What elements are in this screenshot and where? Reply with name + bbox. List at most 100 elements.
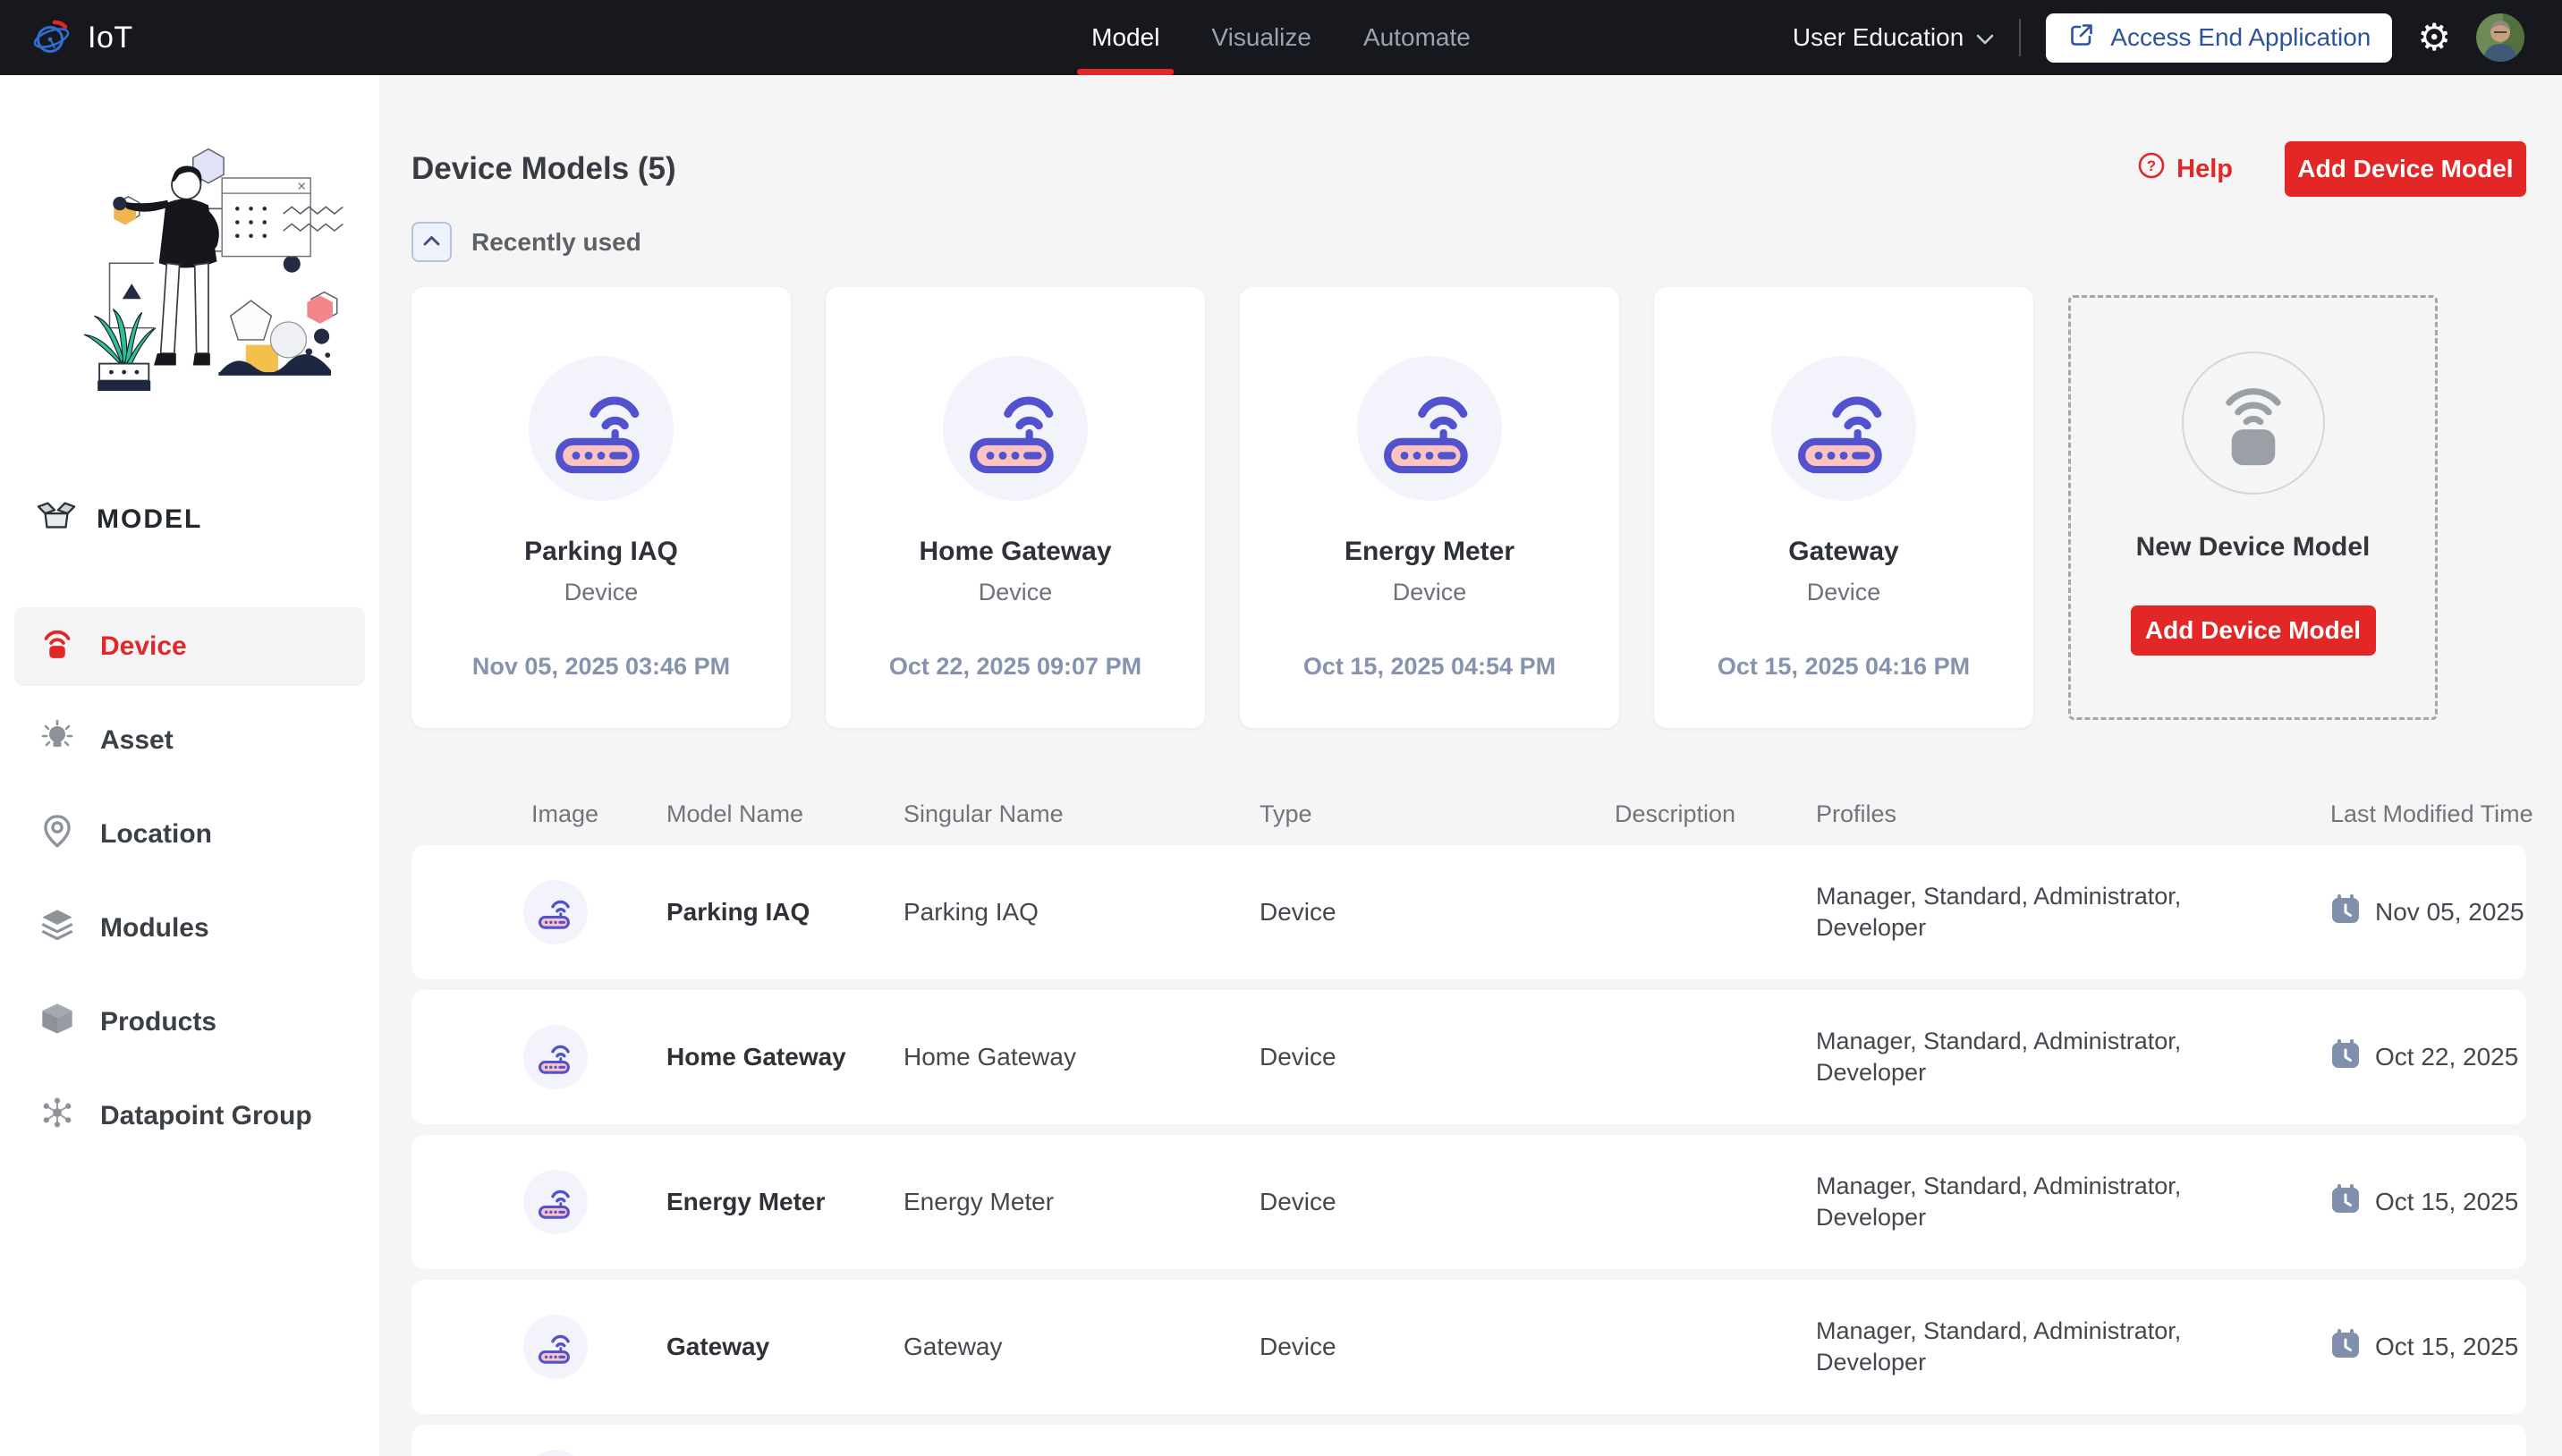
tab-model[interactable]: Model [1077, 0, 1174, 75]
recently-used-label: Recently used [471, 228, 641, 257]
table-row-home-gateway[interactable]: Home Gateway Home Gateway Device Manager… [411, 990, 2526, 1124]
sidebar-section-model: MODEL [0, 500, 379, 539]
sidebar-menu: Device Asset [0, 607, 379, 1155]
column-image: Image [411, 800, 666, 828]
router-icon [943, 356, 1088, 501]
new-device-model-card: New Device Model Add Device Model [2068, 295, 2438, 720]
sidebar-item-device[interactable]: Device [14, 607, 365, 686]
card-type: Device [1240, 579, 1619, 606]
svg-text:?: ? [2147, 157, 2156, 174]
sidebar-item-asset[interactable]: Asset [14, 701, 365, 780]
device-model-card-gateway[interactable]: Gateway Device Oct 15, 2025 04:16 PM [1654, 287, 2033, 728]
router-icon [529, 356, 674, 501]
cell-profiles: Manager, Standard, Administrator, Develo… [1816, 1026, 2330, 1088]
layers-icon [39, 907, 75, 950]
sidebar-item-datapoint-group-label: Datapoint Group [100, 1101, 312, 1131]
tab-visualize-label: Visualize [1211, 23, 1311, 52]
page-title: Device Models (5) [411, 151, 676, 187]
sidebar-item-modules[interactable]: Modules [14, 889, 365, 968]
sidebar: MODEL Device [0, 75, 379, 1456]
node-cluster-icon [39, 1095, 75, 1138]
sidebar-item-asset-label: Asset [100, 725, 174, 756]
table-row-gateway[interactable]: Gateway Gateway Device Manager, Standard… [411, 1280, 2526, 1414]
cell-type: Device [1260, 1188, 1615, 1216]
column-singular-name: Singular Name [903, 800, 1260, 828]
cell-model-name: Home Gateway [666, 1043, 903, 1071]
card-modified-time: Nov 05, 2025 03:46 PM [411, 653, 791, 681]
sidebar-item-device-label: Device [100, 631, 187, 662]
clock-badge-icon [2330, 1039, 2361, 1076]
router-icon [523, 1025, 588, 1089]
cell-last-modified: Oct 22, 2025 09:07 PM [2375, 1043, 2526, 1071]
card-modified-time: Oct 15, 2025 04:54 PM [1240, 653, 1619, 681]
column-type: Type [1260, 800, 1615, 828]
cell-model-name: Energy Meter [666, 1188, 903, 1216]
tab-visualize[interactable]: Visualize [1197, 0, 1326, 75]
table-row-partial[interactable] [411, 1425, 2526, 1456]
help-label: Help [2176, 155, 2233, 184]
device-model-card-home-gateway[interactable]: Home Gateway Device Oct 22, 2025 09:07 P… [826, 287, 1205, 728]
sidebar-item-products-label: Products [100, 1007, 216, 1037]
sidebar-illustration [28, 125, 352, 414]
clock-badge-icon [2330, 1329, 2361, 1366]
navbar-right: User Education Access End Application ⚙ [1793, 13, 2562, 63]
router-icon [523, 880, 588, 944]
add-device-model-card-button[interactable]: Add Device Model [2131, 605, 2376, 656]
gear-icon[interactable]: ⚙ [2417, 19, 2451, 56]
new-device-model-title: New Device Model [2071, 532, 2435, 563]
sidebar-item-datapoint-group[interactable]: Datapoint Group [14, 1077, 365, 1155]
column-last-modified-time: Last Modified Time [2330, 800, 2533, 828]
cell-type: Device [1260, 1333, 1615, 1361]
recently-used-collapse-button[interactable] [411, 222, 452, 262]
help-link[interactable]: ? Help [2137, 151, 2233, 187]
cell-last-modified: Oct 15, 2025 04:16 PM [2375, 1333, 2526, 1361]
router-icon [523, 1450, 588, 1456]
tab-automate[interactable]: Automate [1349, 0, 1485, 75]
org-selector-label: User Education [1793, 23, 1964, 52]
cell-singular-name: Parking IAQ [903, 898, 1260, 927]
device-model-table: Parking IAQ Parking IAQ Device Manager, … [411, 845, 2526, 1456]
chevron-up-icon [423, 234, 440, 250]
cell-last-modified: Oct 15, 2025 04:54 PM [2375, 1188, 2526, 1216]
card-name: Gateway [1654, 537, 2033, 567]
cell-profiles: Manager, Standard, Administrator, Develo… [1816, 1316, 2330, 1378]
table-row-energy-meter[interactable]: Energy Meter Energy Meter Device Manager… [411, 1135, 2526, 1269]
lightbulb-icon [39, 719, 75, 762]
cell-singular-name: Gateway [903, 1333, 1260, 1361]
wifi-device-icon [39, 625, 75, 668]
top-navbar: IoT Model Visualize Automate User Educat… [0, 0, 2562, 75]
map-pin-icon [39, 813, 75, 856]
clock-badge-icon [2330, 1184, 2361, 1221]
cell-model-name: Parking IAQ [666, 898, 903, 927]
main-content: Device Models (5) ? Help Add Device Mode… [379, 75, 2562, 1456]
device-model-card-energy-meter[interactable]: Energy Meter Device Oct 15, 2025 04:54 P… [1240, 287, 1619, 728]
sidebar-item-products[interactable]: Products [14, 983, 365, 1062]
app-title: IoT [88, 21, 133, 55]
card-type: Device [411, 579, 791, 606]
access-end-application-button[interactable]: Access End Application [2046, 13, 2392, 63]
device-model-card-parking-iaq[interactable]: Parking IAQ Device Nov 05, 2025 03:46 PM [411, 287, 791, 728]
card-name: Energy Meter [1240, 537, 1619, 567]
tab-automate-label: Automate [1363, 23, 1471, 52]
recent-cards: Parking IAQ Device Nov 05, 2025 03:46 PM… [411, 287, 2526, 728]
user-avatar[interactable] [2476, 13, 2524, 62]
table-row-parking-iaq[interactable]: Parking IAQ Parking IAQ Device Manager, … [411, 845, 2526, 979]
column-model-name: Model Name [666, 800, 903, 828]
card-type: Device [826, 579, 1205, 606]
primary-nav: Model Visualize Automate [1077, 0, 1485, 75]
iot-globe-icon [30, 13, 73, 63]
cell-singular-name: Energy Meter [903, 1188, 1260, 1216]
router-icon [523, 1170, 588, 1234]
product-box-icon [39, 1001, 75, 1044]
sidebar-section-label: MODEL [97, 504, 202, 535]
open-box-icon [36, 499, 77, 540]
org-selector[interactable]: User Education [1793, 23, 1994, 52]
external-link-icon [2067, 21, 2096, 55]
column-description: Description [1615, 800, 1816, 828]
access-end-application-label: Access End Application [2110, 23, 2371, 52]
cell-last-modified: Nov 05, 2025 03:46 PM [2375, 898, 2526, 927]
add-device-model-button[interactable]: Add Device Model [2285, 141, 2526, 197]
router-icon [1771, 356, 1916, 501]
circle-question-icon: ? [2137, 151, 2166, 187]
sidebar-item-location[interactable]: Location [14, 795, 365, 874]
